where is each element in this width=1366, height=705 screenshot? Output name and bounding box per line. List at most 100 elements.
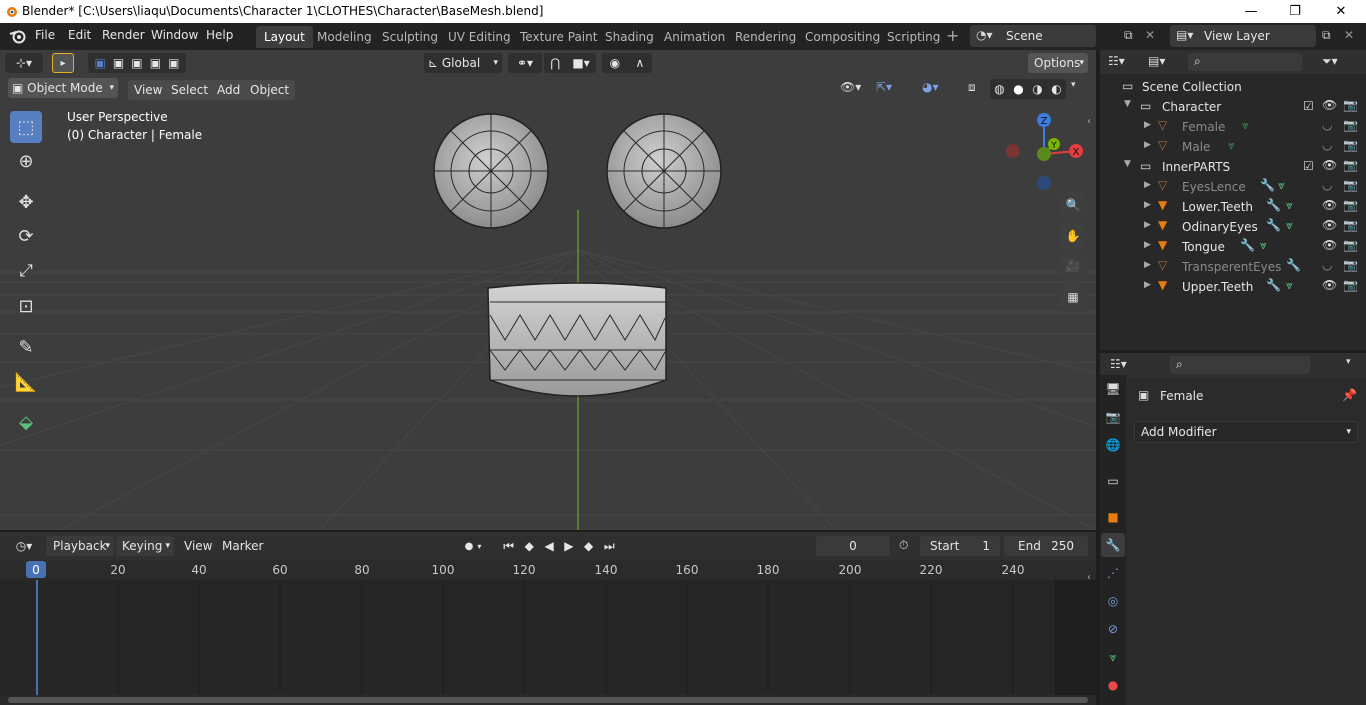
wireframe-shading-icon[interactable]: ◍ — [994, 82, 1004, 96]
navigation-gizmo[interactable]: Z X Y — [1000, 110, 1092, 190]
3d-viewport[interactable]: ⊹▾ ▸ ▣ ▣ ▣ ▣ ▣ ⊾ Global ▾ ⚭▾ ⋂ ■▾ ◉ ∧ Op… — [0, 50, 1096, 530]
tool-scale[interactable]: ⤢ — [10, 255, 42, 287]
outliner-search-input[interactable]: ⌕ — [1188, 53, 1302, 71]
tab-particles[interactable]: ⋰ — [1101, 561, 1125, 585]
eye-icon[interactable]: 👁 — [1322, 198, 1337, 212]
render-camera-icon[interactable]: 📷 — [1343, 238, 1358, 252]
shading-modes[interactable]: ◍ ● ◑ ◐ — [990, 79, 1066, 99]
tab-shading[interactable]: Shading — [597, 26, 662, 48]
timeline-editor-type[interactable]: ◷▾ — [8, 536, 40, 556]
snap-controls[interactable]: ⋂ ■▾ — [544, 53, 596, 73]
chevron-down-icon[interactable]: ▾ — [1346, 357, 1351, 367]
end-frame-field[interactable]: End 250 — [1004, 536, 1088, 556]
outliner-row-male[interactable]: ▶ ▽ Male ⩔ ◡ 📷 — [1100, 137, 1366, 157]
editor-type-button[interactable]: ⊹▾ — [5, 53, 43, 73]
current-frame-field[interactable]: 0 — [816, 536, 890, 556]
outliner-row-lower-teeth[interactable]: ▶ ▼ Lower.Teeth 🔧 ⩔ 👁 📷 — [1100, 197, 1366, 217]
outliner-row-female[interactable]: ▶ ▽ Female ⩔ ◡ 📷 — [1100, 117, 1366, 137]
eye-closed-icon[interactable]: ◡ — [1322, 118, 1332, 132]
timeline-track-area[interactable] — [0, 580, 1096, 695]
expand-chevron-icon[interactable]: ▶ — [1144, 280, 1151, 290]
outliner-row-eyeslence[interactable]: ▶ ▽ EyesLence 🔧 ⩔ ◡ 📷 — [1100, 177, 1366, 197]
tool-measure[interactable]: 📐 — [10, 366, 42, 398]
pan-button[interactable]: ✋ — [1058, 221, 1088, 251]
outliner-row-transperenteyes[interactable]: ▶ ▽ TransperentEyes 🔧 ◡ 📷 — [1100, 257, 1366, 277]
render-camera-icon[interactable]: 📷 — [1343, 278, 1358, 292]
timeline-scrollbar[interactable] — [8, 697, 1088, 703]
tab-data[interactable]: ⩔ — [1101, 645, 1125, 669]
tab-render[interactable]: 📷 — [1101, 405, 1125, 429]
outliner-row-innerparts[interactable]: ▼ ▭ InnerPARTS ☑ 👁 📷 — [1100, 157, 1366, 177]
eye-closed-icon[interactable]: ◡ — [1322, 258, 1332, 272]
render-camera-icon[interactable]: 📷 — [1343, 138, 1358, 152]
menu-help[interactable]: Help — [206, 28, 233, 42]
tab-animation[interactable]: Animation — [656, 26, 733, 48]
eye-icon[interactable]: 👁 — [1322, 278, 1337, 292]
timeline-menu-marker[interactable]: Marker — [216, 536, 269, 556]
outliner-row-scene-collection[interactable]: ▭ Scene Collection — [1100, 77, 1366, 97]
jump-start-icon[interactable]: ⏮ — [503, 539, 514, 554]
outliner-row-character[interactable]: ▼ ▭ Character ☑ 👁 📷 — [1100, 97, 1366, 117]
snap-target-icon[interactable]: ■▾ — [572, 56, 589, 70]
pivot-point-dropdown[interactable]: ⚭▾ — [508, 53, 542, 73]
render-camera-icon[interactable]: 📷 — [1343, 158, 1358, 172]
tab-modeling[interactable]: Modeling — [309, 26, 380, 48]
expand-chevron-icon[interactable]: ▶ — [1144, 140, 1151, 150]
render-camera-icon[interactable]: 📷 — [1343, 118, 1358, 132]
jump-end-icon[interactable]: ⏭ — [604, 539, 615, 554]
expand-chevron-icon[interactable]: ▼ — [1124, 99, 1131, 109]
zoom-button[interactable]: 🔍 — [1058, 190, 1088, 220]
add-workspace-button[interactable]: + — [946, 26, 959, 45]
tab-output[interactable]: 🌐 — [1101, 433, 1125, 457]
eye-icon[interactable]: 👁 — [1322, 98, 1337, 112]
tool-add-cube[interactable]: ⬙ — [10, 406, 42, 438]
menu-render[interactable]: Render — [102, 28, 145, 42]
eye-closed-icon[interactable]: ◡ — [1322, 138, 1332, 152]
new-scene-icon[interactable]: ⧉ — [1124, 28, 1133, 43]
selection-mode-buttons[interactable]: ▣ ▣ ▣ ▣ ▣ — [88, 53, 186, 73]
eye-icon[interactable]: 👁 — [1322, 158, 1337, 172]
gizmo-toggle-icon[interactable]: ⇱▾ — [876, 80, 892, 94]
playback-menu[interactable]: Playback ▾ — [46, 536, 114, 556]
select-difference-icon[interactable]: ▣ — [150, 56, 161, 70]
expand-chevron-icon[interactable]: ▶ — [1144, 260, 1151, 270]
render-camera-icon[interactable]: 📷 — [1343, 98, 1358, 112]
visibility-icon[interactable]: 👁▾ — [840, 80, 861, 94]
expand-chevron-icon[interactable]: ▶ — [1144, 240, 1151, 250]
eye-icon[interactable]: 👁 — [1322, 218, 1337, 232]
select-new-icon[interactable]: ▣ — [95, 56, 106, 70]
tab-object[interactable]: ■ — [1101, 505, 1125, 529]
sidebar-toggle-icon[interactable]: ‹ — [1087, 116, 1091, 127]
tool-transform[interactable]: ⊡ — [10, 290, 42, 322]
tab-rendering[interactable]: Rendering — [727, 26, 804, 48]
expand-chevron-icon[interactable]: ▶ — [1144, 200, 1151, 210]
viewport-menu-object[interactable]: Object — [244, 80, 296, 100]
play-reverse-icon[interactable]: ◀ — [544, 539, 553, 553]
tab-scene[interactable]: ▭ — [1101, 469, 1125, 493]
options-dropdown[interactable]: Options ▾ — [1028, 53, 1088, 73]
rendered-shading-icon[interactable]: ◐ — [1051, 82, 1061, 96]
eye-icon[interactable]: 👁 — [1322, 238, 1337, 252]
outliner-row-upper-teeth[interactable]: ▶ ▼ Upper.Teeth 🔧 ⩔ 👁 📷 — [1100, 277, 1366, 297]
falloff-icon[interactable]: ∧ — [636, 56, 645, 70]
select-intersect-icon[interactable]: ▣ — [168, 56, 179, 70]
render-camera-icon[interactable]: 📷 — [1343, 258, 1358, 272]
remove-view-layer-icon[interactable]: ✕ — [1344, 28, 1354, 42]
tool-move[interactable]: ✥ — [10, 186, 42, 218]
viewport-menu-select[interactable]: Select — [165, 80, 215, 100]
magnet-icon[interactable]: ⋂ — [550, 56, 560, 70]
include-checkbox[interactable]: ☑ — [1303, 99, 1314, 113]
render-camera-icon[interactable]: 📷 — [1343, 198, 1358, 212]
minimize-button[interactable]: — — [1228, 0, 1274, 23]
keying-menu[interactable]: Keying ▾ — [116, 536, 174, 556]
auto-keying-toggle[interactable]: ● ▾ — [454, 536, 492, 556]
render-camera-icon[interactable]: 📷 — [1343, 178, 1358, 192]
expand-chevron-icon[interactable]: ▶ — [1144, 120, 1151, 130]
expand-chevron-icon[interactable]: ▼ — [1124, 159, 1131, 169]
shading-options-icon[interactable]: ▾ — [1071, 80, 1076, 90]
include-checkbox[interactable]: ☑ — [1303, 159, 1314, 173]
material-shading-icon[interactable]: ◑ — [1032, 82, 1042, 96]
timeline-sidebar-toggle-icon[interactable]: ‹ — [1087, 572, 1091, 583]
frame-ruler[interactable]: 0 20 40 60 80 100 120 140 160 180 200 22… — [0, 560, 1096, 580]
timeline-menu-view[interactable]: View — [178, 536, 218, 556]
